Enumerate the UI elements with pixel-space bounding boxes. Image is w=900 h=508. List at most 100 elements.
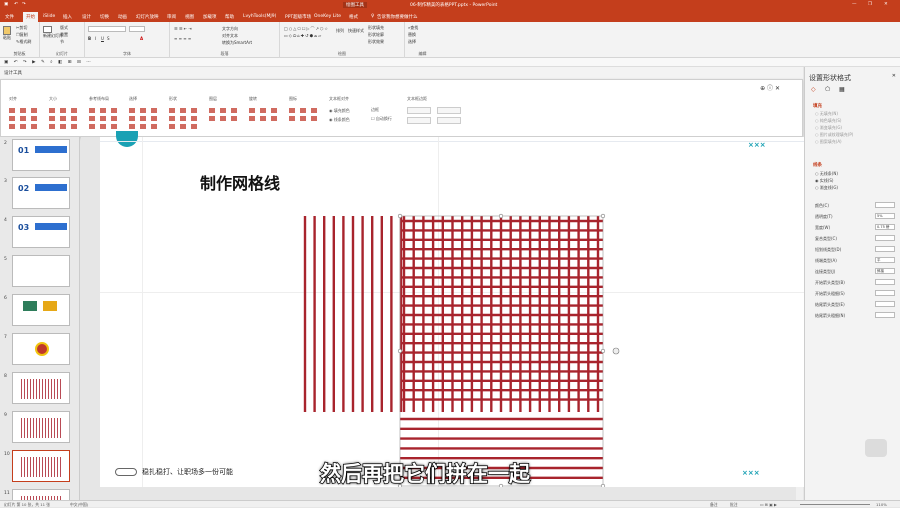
property-value-field[interactable] [875, 202, 895, 208]
align-icons[interactable] [9, 108, 39, 129]
shape-icons[interactable] [169, 108, 199, 129]
text-direction-button[interactable]: 文字方向 [222, 26, 238, 32]
effects-tab-icon[interactable]: ⬠ [825, 86, 830, 93]
fill-option-radio[interactable]: ○ 图片或纹理填充(P) [815, 132, 853, 138]
cut-button[interactable]: ✂剪切 [16, 25, 27, 31]
paste-button[interactable]: 粘贴 [3, 26, 12, 41]
tab-view[interactable]: 视图 [185, 14, 194, 20]
close-icon[interactable]: ✕ [884, 2, 888, 7]
line-option-radio[interactable]: ○ 渐变线(G) [815, 185, 838, 191]
icon-icons[interactable] [289, 108, 319, 121]
layout-button[interactable]: 版式 [60, 25, 68, 31]
copy-button[interactable]: ❐复制 [16, 32, 28, 38]
slide-thumbnail[interactable]: 01 [12, 139, 70, 171]
slide-thumbnail[interactable] [12, 255, 70, 287]
slide-thumbnail[interactable] [12, 450, 70, 482]
shapes-gallery[interactable]: □○△⬠☐▷⌒↗⬡☆ [284, 26, 329, 32]
margin-inputs-2[interactable] [407, 117, 461, 124]
close-pane-icon[interactable]: ✕ [892, 73, 896, 79]
play-icon[interactable] [865, 439, 887, 457]
selection-handle[interactable] [600, 483, 606, 487]
underline-button[interactable]: U [101, 36, 104, 41]
property-value-field[interactable] [875, 246, 895, 252]
shapes-gallery-row2[interactable]: ▭◇⬭⌂✚↺⬢⌓▱ [284, 33, 322, 38]
tab-addins[interactable]: 加载项 [203, 14, 217, 20]
comments-button[interactable]: 批注 [730, 502, 738, 508]
tab-help[interactable]: 帮助 [225, 14, 234, 20]
arrange-button[interactable]: 排列 [336, 28, 344, 34]
margin-inputs[interactable] [407, 107, 461, 114]
tab-review[interactable]: 审阅 [167, 14, 176, 20]
tab-lvyhtools[interactable]: LvyhTools(MJ9) [243, 14, 276, 19]
fill-option-radio[interactable]: ○ 无填充(N) [815, 111, 838, 117]
smartart-button[interactable]: 转换为SmartArt [222, 40, 252, 46]
property-value-field[interactable]: 0.75 磅 [875, 224, 895, 230]
format-painter-button[interactable]: ✎格式刷 [16, 39, 31, 45]
qat-icons[interactable]: ▣ ↶ ↷ ▶ ✎ ⌕ ◧ ⊞ ⊟ ⋯ [4, 59, 93, 65]
layer-icons[interactable] [209, 108, 239, 121]
slide-thumbnail[interactable] [12, 333, 70, 365]
border-option[interactable]: 边框 [371, 107, 392, 113]
restore-icon[interactable]: ❐ [868, 2, 872, 7]
zoom-slider[interactable] [800, 504, 870, 505]
wrap-option[interactable]: ☐ 自动换行 [371, 116, 392, 122]
italic-button[interactable]: I [95, 36, 96, 41]
strike-button[interactable]: S [107, 36, 110, 41]
minimize-icon[interactable]: — [852, 2, 857, 7]
settings-icon[interactable]: ⊕ ⓘ ✕ [760, 83, 780, 92]
align-icons[interactable]: ≡ ≡ ≡ ≡ [174, 36, 191, 41]
tab-animations[interactable]: 动画 [118, 14, 127, 20]
property-value-field[interactable]: 平 [875, 257, 895, 263]
fill-option-radio[interactable]: ○ 纯色填充(S) [815, 118, 841, 124]
quick-styles-button[interactable]: 快速样式 [348, 28, 364, 34]
size-tab-icon[interactable]: ▦ [839, 86, 845, 93]
property-value-field[interactable] [875, 301, 895, 307]
slide-thumbnail[interactable] [12, 411, 70, 443]
tab-transitions[interactable]: 切换 [100, 14, 109, 20]
tab-file[interactable]: 文件 [5, 14, 14, 20]
font-name-select[interactable] [88, 26, 126, 32]
slide-thumbnail[interactable]: 03 [12, 216, 70, 248]
tab-home[interactable]: 开始 [23, 12, 38, 22]
tab-design[interactable]: 设计 [82, 14, 91, 20]
tab-ppt-market[interactable]: PPT超级市场 [285, 14, 311, 20]
fill-color-option[interactable]: ◉ 填充颜色 [329, 108, 350, 114]
redo-icon[interactable]: ↷ [22, 2, 26, 7]
selection-handle[interactable] [600, 348, 606, 354]
shape-fill-button[interactable]: 形状填充 [368, 25, 384, 31]
reset-button[interactable]: 重置 [60, 32, 68, 38]
line-option-radio[interactable]: ◉ 实线(S) [815, 178, 833, 184]
notes-button[interactable]: 备注 [710, 502, 718, 508]
tab-onekey[interactable]: OneKey Lite [314, 14, 341, 19]
selection-handle[interactable] [397, 348, 403, 354]
fill-option-radio[interactable]: ○ 图案填充(A) [815, 139, 842, 145]
shape-effects-button[interactable]: 形状效果 [368, 39, 384, 45]
select-button[interactable]: 选择 [408, 39, 416, 45]
font-size-select[interactable] [129, 26, 145, 32]
property-value-field[interactable] [875, 290, 895, 296]
property-value-field[interactable]: 5% [875, 213, 895, 219]
tab-format[interactable]: 格式 [349, 14, 358, 20]
grid-lines-graphic[interactable] [100, 137, 804, 487]
current-slide[interactable]: ××× ××× 制作网格线 稳扎稳打、让职场多一份可能 [100, 131, 804, 487]
slide-thumbnail[interactable] [12, 489, 70, 500]
bullets-icon[interactable]: ☰ ☰ ⇤ ⇥ [174, 26, 192, 31]
view-icons[interactable]: ▭ ⊞ ▣ ▶ [760, 502, 777, 507]
selection-handle[interactable] [498, 213, 504, 219]
shape-outline-button[interactable]: 形状轮廓 [368, 32, 384, 38]
size-icons[interactable] [49, 108, 79, 129]
property-value-field[interactable] [875, 312, 895, 318]
selection-handle[interactable] [397, 213, 403, 219]
font-color-icon[interactable]: A [140, 36, 143, 41]
rotate-handle[interactable] [612, 347, 620, 355]
line-section-header[interactable]: 线条 [813, 162, 822, 168]
tell-me-search[interactable]: 告诉我你想要做什么 [377, 14, 418, 20]
zoom-level[interactable]: 110% [876, 502, 887, 507]
line-color-option[interactable]: ◉ 线条颜色 [329, 117, 350, 123]
property-value-field[interactable] [875, 235, 895, 241]
slide-thumbnail[interactable]: 02 [12, 177, 70, 209]
align-text-button[interactable]: 对齐文本 [222, 33, 238, 39]
tab-islide[interactable]: iSlide [43, 14, 55, 19]
fill-section-header[interactable]: 填充 [813, 103, 822, 109]
tab-insert[interactable]: 插入 [63, 14, 72, 20]
